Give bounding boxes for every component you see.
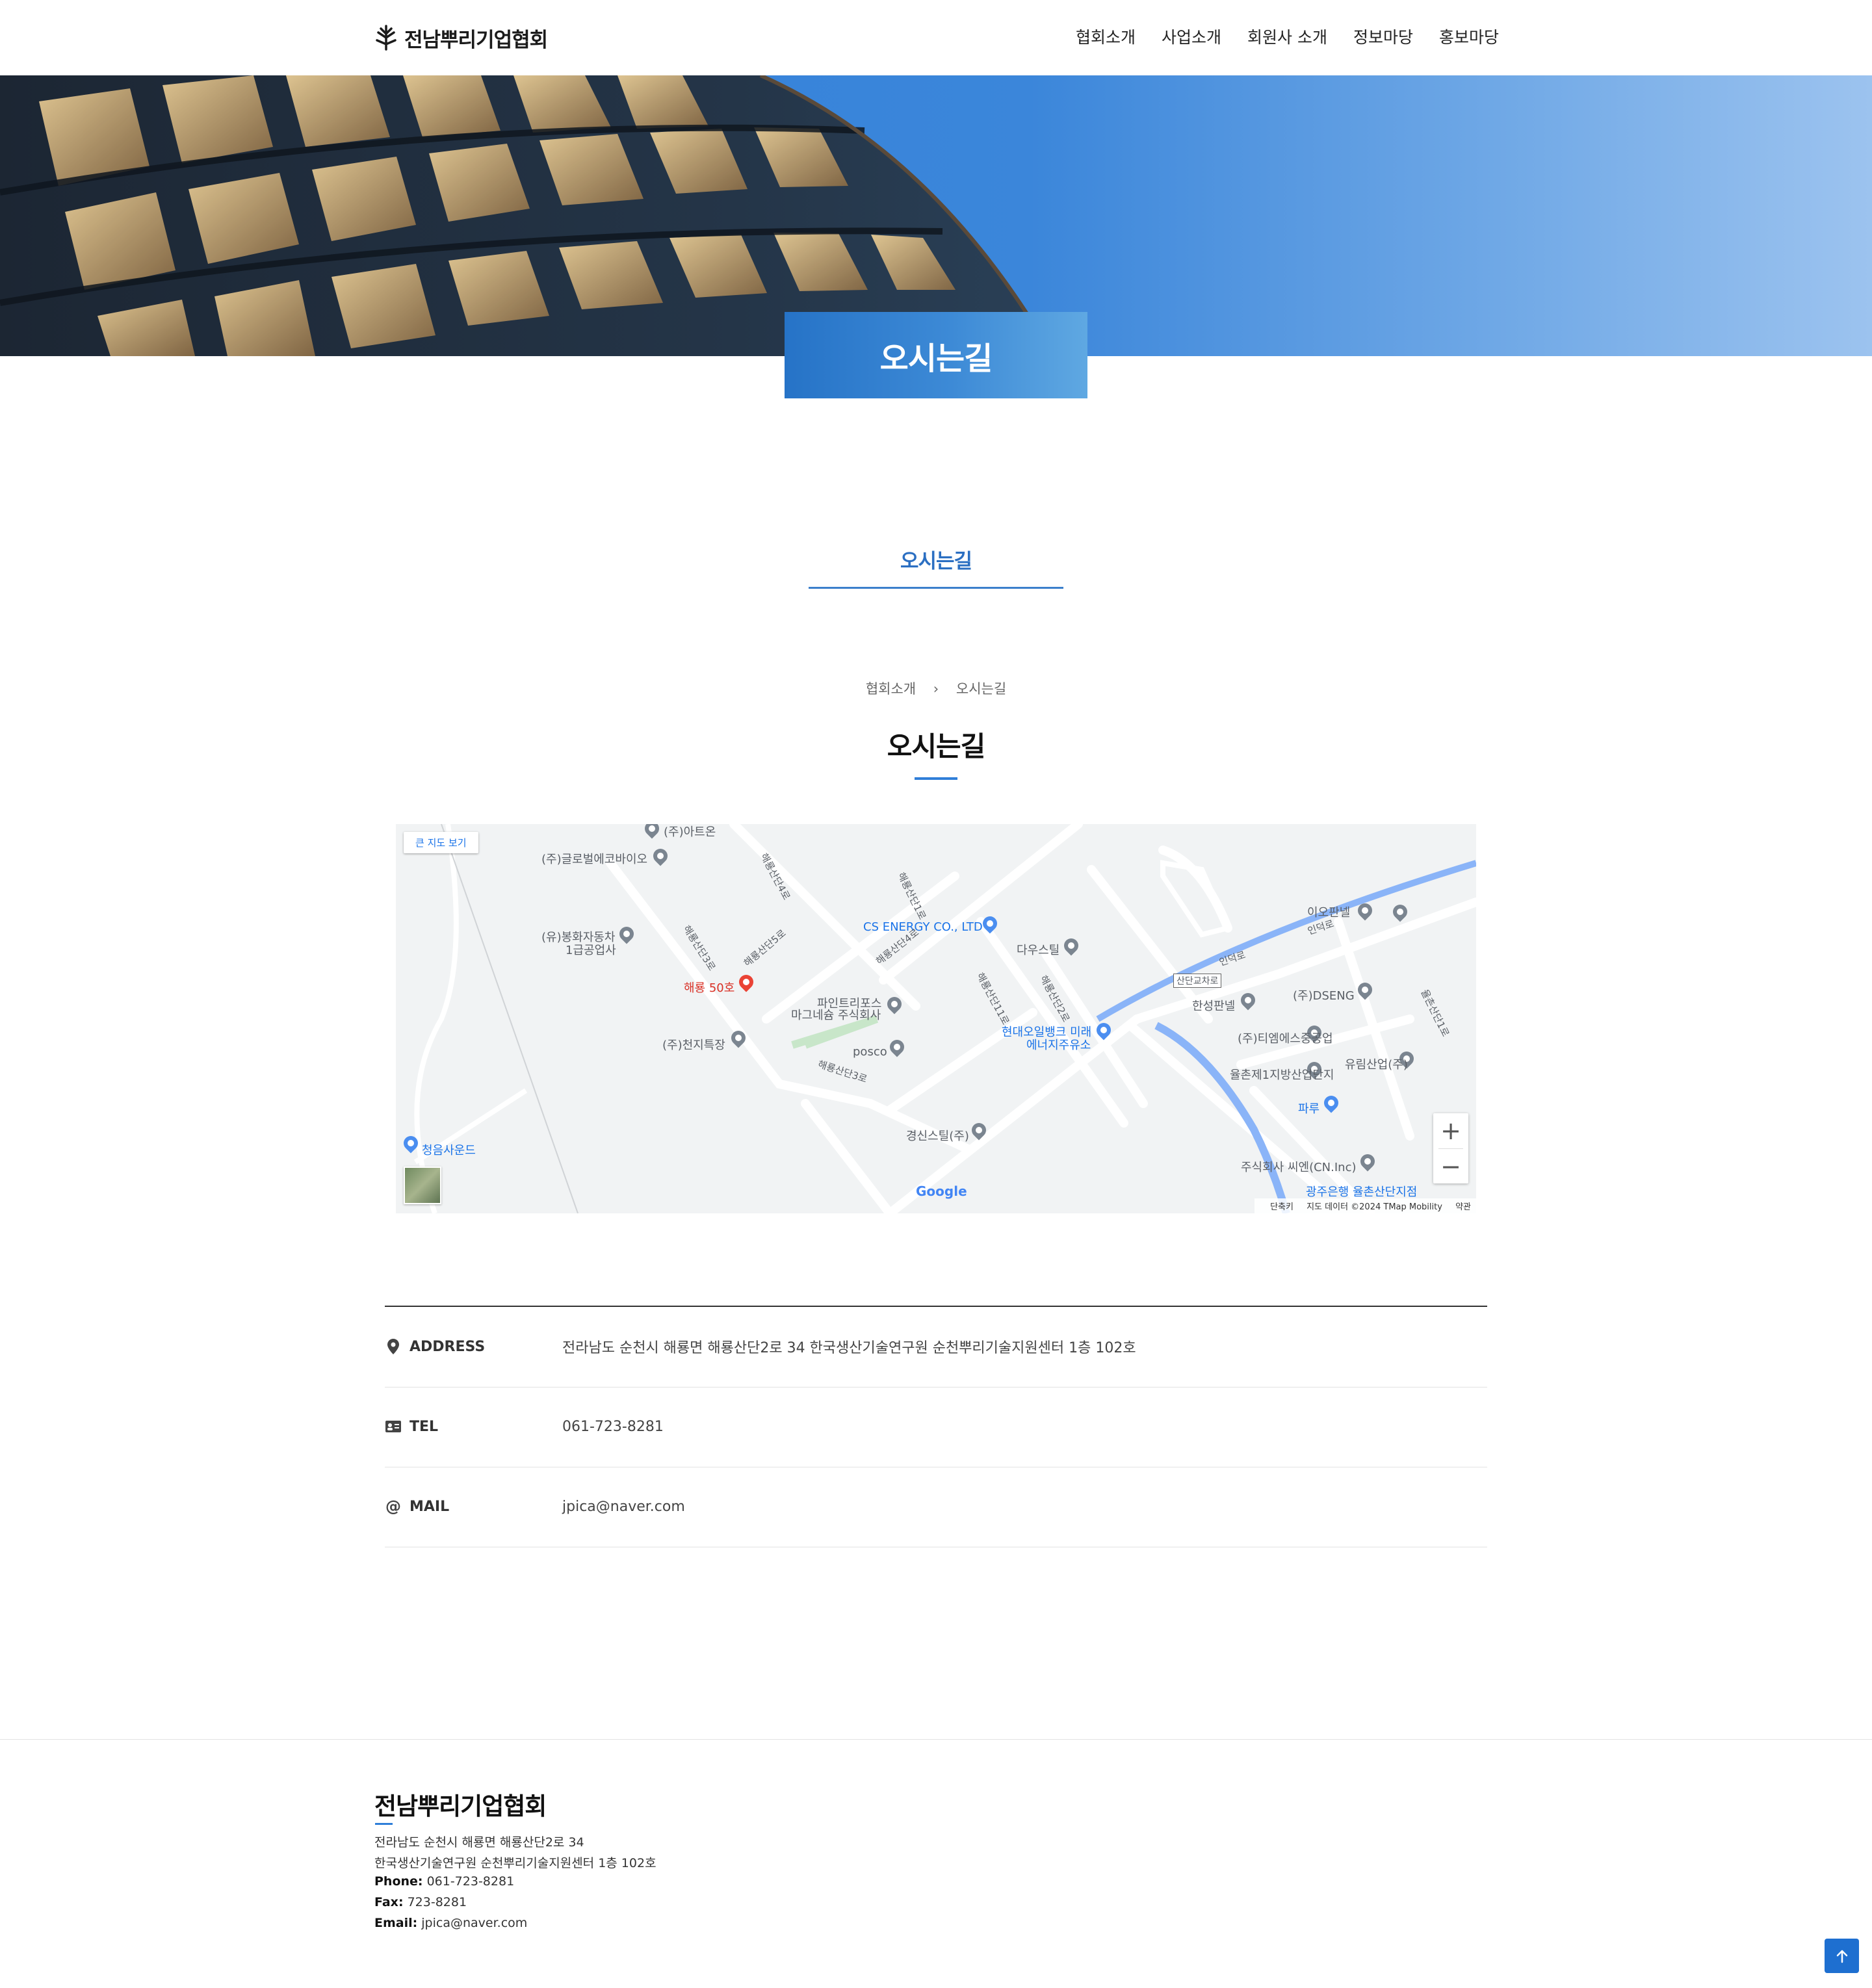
info-key-label: ADDRESS bbox=[410, 1338, 486, 1355]
info-value-tel[interactable]: 061-723-8281 bbox=[562, 1387, 664, 1466]
breadcrumb-current: 오시는길 bbox=[956, 681, 1007, 697]
map-roads bbox=[413, 824, 1476, 1213]
chevron-right-icon: › bbox=[933, 681, 939, 697]
map-place-label[interactable]: 파루 bbox=[1298, 1100, 1320, 1117]
section-tab-underline bbox=[809, 587, 1063, 589]
map-marker-icon bbox=[385, 1338, 402, 1355]
map-shortcuts-link[interactable]: 단축키 bbox=[1270, 1202, 1294, 1212]
nav-item-business[interactable]: 사업소개 bbox=[1162, 25, 1221, 48]
zoom-in-button[interactable]: + bbox=[1433, 1113, 1468, 1148]
info-key-label: TEL bbox=[410, 1418, 439, 1435]
footer-fax-label: Fax: bbox=[374, 1895, 404, 1909]
footer-fax: Fax: 723-8281 bbox=[374, 1895, 467, 1909]
footer-fax-value: 723-8281 bbox=[407, 1895, 467, 1909]
map-place-label[interactable]: 경신스틸(주) bbox=[906, 1127, 969, 1144]
map-place-label[interactable]: (주)아트온 bbox=[664, 824, 716, 840]
zoom-out-button[interactable]: − bbox=[1433, 1149, 1468, 1184]
at-sign-icon: @ bbox=[385, 1497, 401, 1516]
big-map-button[interactable]: 큰 지도 보기 bbox=[404, 832, 478, 853]
map-place-label[interactable]: (주)천지특장 bbox=[662, 1036, 725, 1053]
map-place-label[interactable]: 광주은행 율촌산단지점 bbox=[1306, 1183, 1417, 1200]
footer-org-name: 전남뿌리기업협회 bbox=[374, 1792, 547, 1820]
nav-item-info[interactable]: 정보마당 bbox=[1353, 25, 1413, 48]
map-place-label[interactable]: 율촌제1지방산업단지 bbox=[1230, 1066, 1334, 1083]
info-value-mail[interactable]: jpica@naver.com bbox=[562, 1467, 685, 1546]
site-header: 전남뿌리기업협회 협회소개 사업소개 회원사 소개 정보마당 홍보마당 bbox=[0, 0, 1872, 75]
map-junction-label: 산단교차로 bbox=[1173, 974, 1222, 988]
footer-email-label: Email: bbox=[374, 1916, 418, 1930]
page-title: 오시는길 bbox=[887, 730, 986, 762]
map-place-label[interactable]: 유림산업(주) bbox=[1345, 1055, 1408, 1072]
info-row-tel: TEL 061-723-8281 bbox=[385, 1387, 1487, 1467]
map-data-credit: 지도 데이터 ©2024 TMap Mobility bbox=[1306, 1202, 1442, 1212]
info-key-label: MAIL bbox=[410, 1498, 450, 1515]
map-place-label[interactable]: 다우스틸 bbox=[1017, 941, 1060, 958]
map-terms-link[interactable]: 약관 bbox=[1455, 1202, 1471, 1212]
logo-text: 전남뿌리기업협회 bbox=[404, 28, 548, 52]
map-place-label[interactable]: 주식회사 씨엔(CN.Inc) bbox=[1241, 1158, 1357, 1175]
map-place-label[interactable]: (주)DSENG bbox=[1293, 987, 1355, 1003]
site-logo[interactable]: 전남뿌리기업협회 bbox=[374, 23, 548, 52]
footer-email-value[interactable]: jpica@naver.com bbox=[421, 1916, 527, 1930]
map-place-label[interactable]: 한성판넬 bbox=[1192, 997, 1235, 1014]
map-place-label[interactable]: (주)티엠에스중공업 bbox=[1238, 1029, 1333, 1046]
breadcrumb-parent[interactable]: 협회소개 bbox=[866, 681, 916, 697]
footer-phone-label: Phone: bbox=[374, 1874, 423, 1889]
scroll-to-top-button[interactable] bbox=[1825, 1939, 1859, 1973]
info-key: TEL bbox=[385, 1387, 438, 1466]
arrow-up-icon bbox=[1836, 1950, 1847, 1963]
nav-item-promo[interactable]: 홍보마당 bbox=[1439, 25, 1499, 48]
main-nav: 협회소개 사업소개 회원사 소개 정보마당 홍보마당 bbox=[1050, 25, 1499, 48]
site-footer: 전남뿌리기업협회 전라남도 순천시 해룡면 해룡산단2로 34 한국생산기술연구… bbox=[0, 1739, 1872, 1988]
map-place-label[interactable]: 마그네슘 주식회사 bbox=[791, 1006, 881, 1023]
google-map[interactable]: 큰 지도 보기 (주)아트온 (주)글로벌에코바이오 (유)봉화자동차 1급공업… bbox=[396, 824, 1476, 1213]
footer-phone: Phone: 061-723-8281 bbox=[374, 1874, 514, 1889]
map-place-label[interactable]: 해룡 50호 bbox=[684, 979, 734, 996]
map-place-label[interactable]: posco bbox=[853, 1045, 887, 1059]
info-value-address: 전라남도 순천시 해룡면 해룡산단2로 34 한국생산기술연구원 순천뿌리기술지… bbox=[562, 1340, 1136, 1356]
google-logo: Google bbox=[916, 1183, 967, 1199]
footer-phone-value: 061-723-8281 bbox=[426, 1874, 515, 1889]
map-place-label[interactable]: 1급공업사 bbox=[566, 941, 616, 958]
footer-address-line1: 전라남도 순천시 해룡면 해룡산단2로 34 bbox=[374, 1835, 584, 1850]
map-place-label[interactable]: 청음사운드 bbox=[422, 1141, 476, 1158]
map-zoom-control: + − bbox=[1433, 1113, 1468, 1183]
hero-title-box: 오시는길 bbox=[785, 312, 1087, 398]
title-underline bbox=[915, 777, 957, 780]
nav-item-about[interactable]: 협회소개 bbox=[1076, 25, 1136, 48]
breadcrumb: 협회소개 › 오시는길 bbox=[0, 678, 1872, 698]
satellite-toggle-button[interactable] bbox=[404, 1167, 441, 1204]
info-row-address: ADDRESS 전라남도 순천시 해룡면 해룡산단2로 34 한국생산기술연구원… bbox=[385, 1307, 1487, 1388]
contact-card-icon bbox=[385, 1418, 402, 1435]
map-place-label[interactable]: CS ENERGY CO., LTD bbox=[863, 920, 983, 934]
footer-email: Email: jpica@naver.com bbox=[374, 1916, 527, 1930]
info-key: ADDRESS bbox=[385, 1307, 485, 1386]
map-place-label[interactable]: (주)글로벌에코바이오 bbox=[541, 850, 647, 867]
map-place-label[interactable]: 에너지주유소 bbox=[1026, 1036, 1091, 1053]
nav-item-members[interactable]: 회원사 소개 bbox=[1247, 25, 1327, 48]
section-tab-directions[interactable]: 오시는길 bbox=[809, 545, 1063, 574]
info-key: @ MAIL bbox=[385, 1467, 449, 1546]
footer-accent-line bbox=[375, 1823, 393, 1825]
logo-mark-icon bbox=[376, 25, 396, 51]
map-attribution: 단축키 지도 데이터 ©2024 TMap Mobility 약관 bbox=[1254, 1198, 1476, 1213]
info-row-mail: @ MAIL jpica@naver.com bbox=[385, 1467, 1487, 1547]
footer-address-line2: 한국생산기술연구원 순천뿌리기술지원센터 1층 102호 bbox=[374, 1856, 656, 1870]
